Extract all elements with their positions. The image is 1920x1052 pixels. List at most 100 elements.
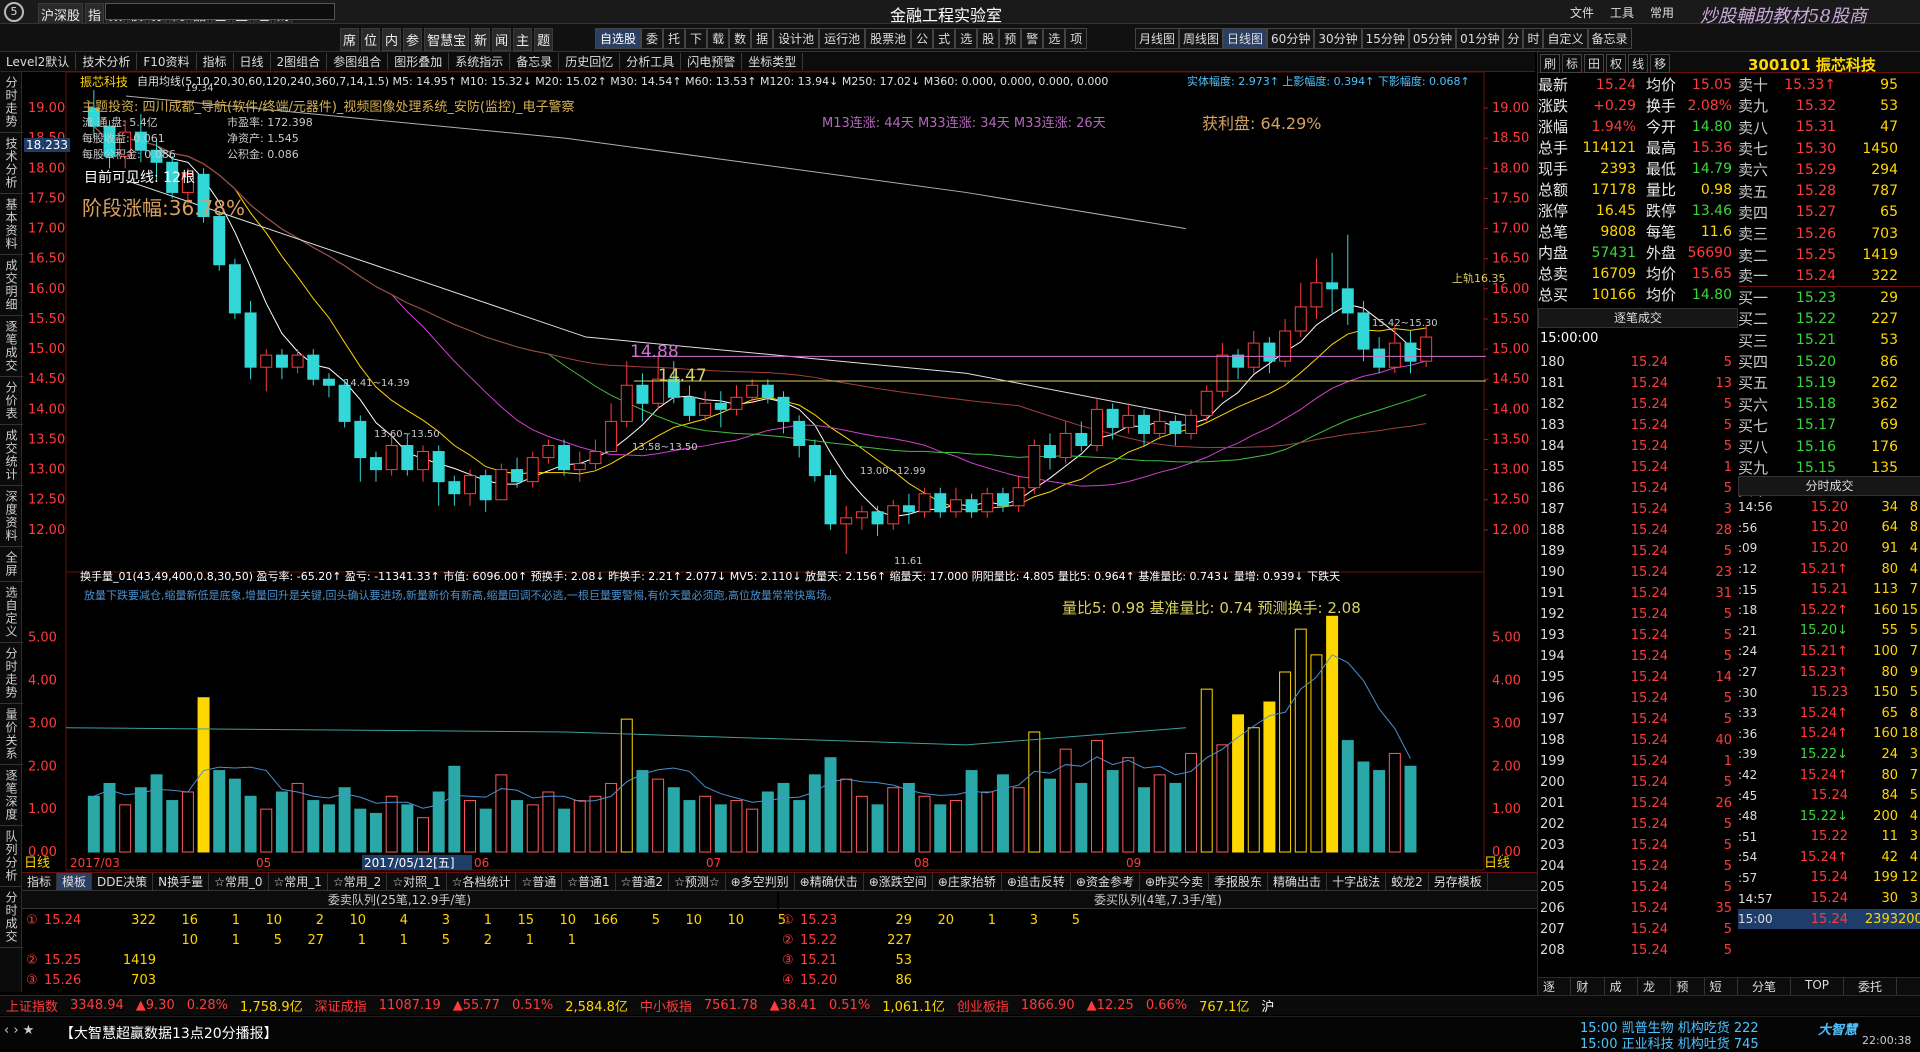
menu2-item-4[interactable]: 智慧宝 [424, 28, 470, 51]
tick-header[interactable]: 逐笔成交 [1538, 308, 1738, 328]
indicator-tab-21[interactable]: 精确出击 [1268, 873, 1328, 890]
rail-item-14[interactable]: 分时成交 [0, 887, 23, 948]
bid-row[interactable]: 买五 15.19 262 [1738, 372, 1920, 393]
indicator-tab-0[interactable]: 指标 [22, 873, 58, 890]
rail-item-12[interactable]: 逐笔深度 [0, 765, 23, 826]
tick-row[interactable]: 197 15.24 5 [1538, 709, 1738, 730]
toolbar-item-13[interactable]: 坐标类型 [742, 53, 804, 70]
news-ticker[interactable]: 【大智慧超赢数据13点20分播报】 [60, 1023, 278, 1043]
period-tab-3[interactable]: 60分钟 [1267, 28, 1315, 49]
bid-row[interactable]: 买八 15.16 176 [1738, 436, 1920, 457]
ask-row[interactable]: 卖九 15.32 53 [1738, 95, 1920, 116]
function-tab-14[interactable]: 预 [999, 28, 1022, 49]
tick-row[interactable]: 199 15.24 1 [1538, 751, 1738, 772]
function-tab-10[interactable]: 公 [911, 28, 934, 49]
rail-item-7[interactable]: 深度资料 [0, 486, 23, 547]
quote-bottom-tabs-2[interactable]: 分笔 TOP 委托 [1738, 977, 1920, 995]
toolbar-item-1[interactable]: 技术分析 [76, 53, 138, 70]
tick-row[interactable]: 201 15.24 26 [1538, 793, 1738, 814]
quote-tab-4[interactable]: 线 [1628, 54, 1649, 73]
rail-item-9[interactable]: 选自定义 [0, 582, 23, 643]
quote-tab-1[interactable]: 标 [1562, 54, 1583, 73]
ask-row[interactable]: 卖七 15.30 1450 [1738, 138, 1920, 159]
menu2-item-7[interactable]: 主 [513, 28, 533, 51]
tick-row[interactable]: 203 15.24 5 [1538, 835, 1738, 856]
tick-row[interactable]: 204 15.24 5 [1538, 856, 1738, 877]
minute-list[interactable]: 14:56 15.20 34 8:56 15.20 64 8:09 15.20 91 4:12 15… [1738, 497, 1920, 930]
toolbar-item-8[interactable]: 系统指示 [449, 53, 511, 70]
minute-row[interactable]: :33 15.24↑ 65 8 [1738, 703, 1920, 724]
menu2-item-3[interactable]: 参 [403, 28, 423, 51]
rail-item-10[interactable]: 分时走势 [0, 643, 23, 704]
alert-2[interactable]: 15:00 正业科技 机构吐货 745 [1580, 1033, 1759, 1052]
minute-row[interactable]: :12 15.21↑ 80 4 [1738, 559, 1920, 580]
minute-row[interactable]: :18 15.22↑ 160 15 [1738, 600, 1920, 621]
bid-row[interactable]: 买四 15.20 86 [1738, 351, 1920, 372]
rail-item-13[interactable]: 队列分析 [0, 826, 23, 887]
period-tab-5[interactable]: 15分钟 [1361, 28, 1409, 49]
indicator-tab-24[interactable]: 另存模板 [1429, 873, 1488, 890]
minute-row[interactable]: :57 15.24 199 12 [1738, 868, 1920, 889]
quote-btab2-0[interactable]: 分笔 [1738, 978, 1792, 995]
tick-row[interactable]: 189 15.24 5 [1538, 541, 1738, 562]
toolbar-item-12[interactable]: 闪电预警 [681, 53, 743, 70]
toolbar-item-2[interactable]: F10资料 [137, 53, 197, 70]
menu2-item-6[interactable]: 闻 [492, 28, 512, 51]
ask-row[interactable]: 卖五 15.28 787 [1738, 180, 1920, 201]
minute-row[interactable]: :42 15.24↑ 80 7 [1738, 765, 1920, 786]
bid-row[interactable]: 买二 15.22 227 [1738, 308, 1920, 329]
ask-row[interactable]: 卖十 15.33↑ 95 [1738, 74, 1920, 95]
tick-row[interactable]: 207 15.24 5 [1538, 919, 1738, 940]
function-tab-17[interactable]: 项 [1065, 28, 1088, 49]
toolbar-item-7[interactable]: 图形叠加 [388, 53, 450, 70]
tick-row[interactable]: 205 15.24 5 [1538, 877, 1738, 898]
minute-row[interactable]: :21 15.20↓ 55 5 [1738, 621, 1920, 642]
tick-row[interactable]: 191 15.24 31 [1538, 583, 1738, 604]
function-tab-9[interactable]: 股票池 [865, 28, 912, 49]
tick-row[interactable]: 187 15.24 3 [1538, 499, 1738, 520]
menu2-item-8[interactable]: 题 [534, 28, 554, 51]
indicator-tabs[interactable]: 指标 模板 DDE决策 N换手量 ☆常用_0 ☆常用_1 ☆常用_2 ☆对照_1 ☆各档统计 ☆普… [22, 872, 1537, 890]
period-tabs[interactable]: 月线图 周线图 日线图 60分钟 30分钟 15分钟 05分钟 01分钟分时自定义 备忘录 [1135, 28, 1632, 49]
tick-row[interactable]: 181 15.24 13 [1538, 373, 1738, 394]
function-tabs[interactable]: 自选股委托下载数据设计池 运行池 股票池公式选股预警选项 [595, 28, 1088, 49]
tick-row[interactable]: 190 15.24 23 [1538, 562, 1738, 583]
minute-row[interactable]: :54 15.24↑ 42 4 [1738, 847, 1920, 868]
rail-item-6[interactable]: 成交统计 [0, 425, 23, 486]
tick-row[interactable]: 188 15.24 28 [1538, 520, 1738, 541]
indicator-tab-15[interactable]: ⊕涨跌空间 [864, 873, 933, 890]
quote-btab-1[interactable]: 财务 [1571, 978, 1605, 1011]
indicator-tab-14[interactable]: ⊕精确伏击 [795, 873, 864, 890]
quote-bottom-tabs[interactable]: 逐笔财务成本龙虎预警短线 [1538, 977, 1738, 1011]
tick-row[interactable]: 208 15.24 5 [1538, 940, 1738, 961]
minute-row[interactable]: 14:57 15.24 30 3 [1738, 888, 1920, 909]
indicator-tab-3[interactable]: N换手量 [153, 873, 210, 890]
menu2-item-1[interactable]: 位 [361, 28, 381, 51]
ask-row[interactable]: 卖二 15.25 1419 [1738, 244, 1920, 265]
period-tab-10[interactable]: 自定义 [1543, 28, 1588, 49]
period-tab-6[interactable]: 05分钟 [1408, 28, 1457, 49]
bid-row[interactable]: 买三 15.21 53 [1738, 330, 1920, 351]
minute-row[interactable]: :15 15.21 113 7 [1738, 579, 1920, 600]
toolbar-item-9[interactable]: 备忘录 [510, 53, 560, 70]
minute-row[interactable]: 14:56 15.20 34 8 [1738, 497, 1920, 518]
indicator-tab-10[interactable]: ☆普通1 [562, 873, 616, 890]
minute-row[interactable]: :39 15.22↓ 24 3 [1738, 744, 1920, 765]
quote-panel-tabs[interactable]: 刷标田权线移 [1540, 54, 1671, 73]
indicator-tab-18[interactable]: ⊕资金参考 [1071, 873, 1140, 890]
function-tab-13[interactable]: 股 [977, 28, 1000, 49]
indicator-tab-9[interactable]: ☆普通 [516, 873, 563, 890]
bid-row[interactable]: 买七 15.17 69 [1738, 415, 1920, 436]
ask-row[interactable]: 卖四 15.27 65 [1738, 202, 1920, 223]
indicator-tab-23[interactable]: 蛟龙2 [1386, 873, 1429, 890]
function-tab-5[interactable]: 数 [729, 28, 752, 49]
quote-btab-2[interactable]: 成本 [1605, 978, 1638, 1011]
minute-row[interactable]: :48 15.22↓ 200 4 [1738, 806, 1920, 827]
quote-btab2-2[interactable]: 委托 [1844, 978, 1898, 995]
menu-item-0[interactable]: 沪深股 [38, 3, 84, 26]
tick-row[interactable]: 183 15.24 5 [1538, 415, 1738, 436]
indicator-tab-11[interactable]: ☆普通2 [616, 873, 670, 890]
tick-row[interactable]: 196 15.24 5 [1538, 688, 1738, 709]
function-tab-12[interactable]: 选 [955, 28, 978, 49]
indicator-tab-7[interactable]: ☆对照_1 [387, 873, 447, 890]
